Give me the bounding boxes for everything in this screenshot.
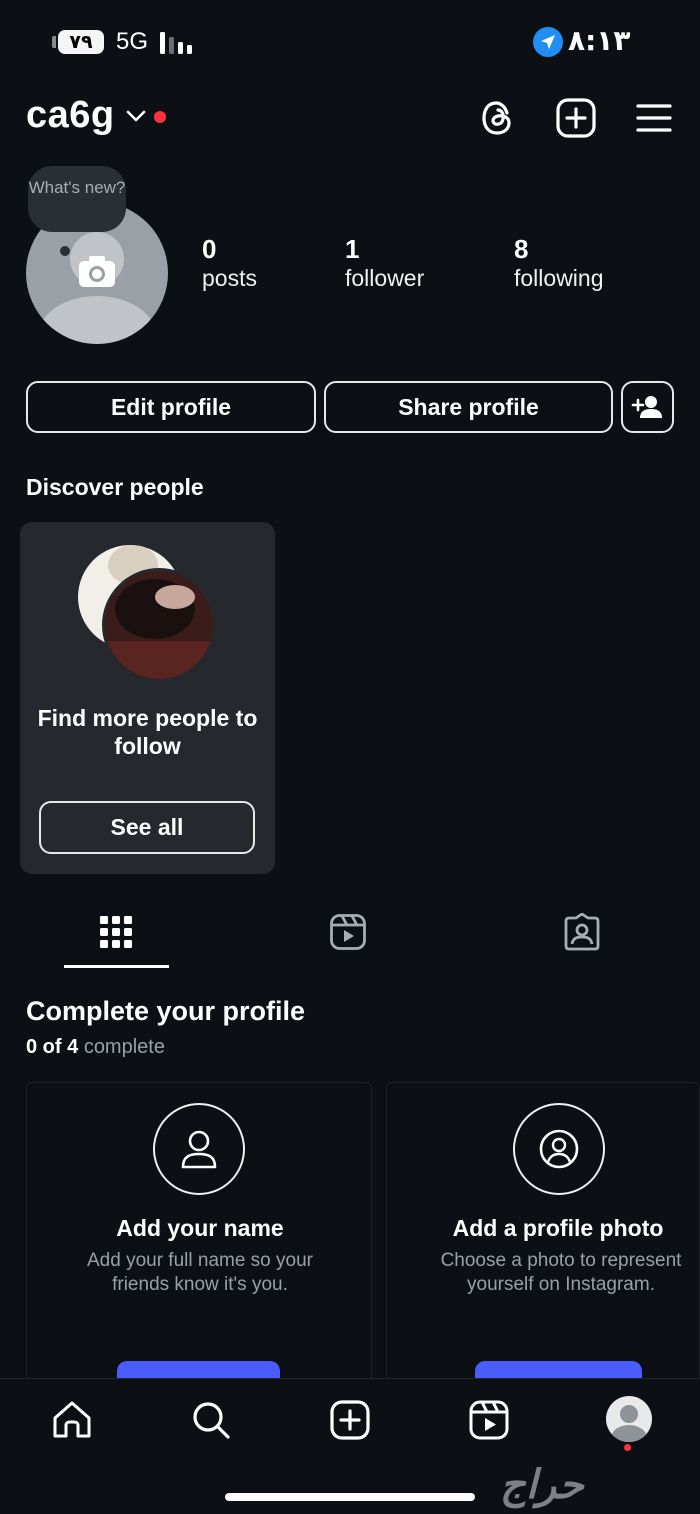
battery-cap [52,36,56,48]
stat-following-value: 8 [514,234,529,264]
add-user-icon [631,396,662,418]
menu-icon[interactable] [632,96,676,140]
add-photo-title: Add a profile photo [452,1215,664,1241]
nav-profile-avatar[interactable] [606,1396,652,1442]
stat-posts-value: 0 [202,234,217,264]
watermark: حراج [500,1462,584,1508]
stat-followers-value: 1 [345,234,360,264]
stat-followers[interactable]: 1 follower [345,234,424,292]
see-all-button[interactable]: See all [39,801,255,854]
username[interactable]: ca6g [26,94,115,137]
tab-reels[interactable] [329,913,367,951]
nav-search[interactable] [189,1398,233,1442]
add-photo-card[interactable]: Add a profile photo Choose a photo to re… [386,1082,700,1412]
reels-icon [330,914,366,950]
status-bar: ٧٩ 5G ٨:١٣ [0,0,700,90]
stat-posts-label: posts [202,265,257,291]
battery-indicator: ٧٩ [58,30,104,54]
clock: ٨:١٣ [568,24,631,57]
nav-home[interactable] [50,1398,94,1442]
home-icon [53,1401,91,1438]
stat-following[interactable]: 8 following [514,234,604,292]
stat-following-label: following [514,265,604,291]
signal-icon [160,32,192,54]
create-icon[interactable] [554,96,598,140]
nav-reels[interactable] [467,1398,511,1442]
add-name-title: Add your name [116,1215,284,1241]
person-icon [181,1130,217,1169]
profile-photo-icon [539,1129,579,1169]
search-icon [193,1402,230,1439]
note-bubble-tail [60,246,70,256]
threads-icon[interactable] [476,96,520,140]
stat-posts[interactable]: 0 posts [202,234,257,292]
progress-count: 0 of 4 [26,1036,79,1058]
grid-icon [100,916,132,948]
complete-profile-progress: 0 of 4 complete [26,1036,165,1059]
tab-tagged[interactable] [563,913,601,951]
edit-profile-button[interactable]: Edit profile [26,381,316,433]
discover-people-title: Discover people [26,474,204,500]
add-photo-description: Choose a photo to represent yourself on … [440,1250,682,1295]
nav-notification-dot [624,1444,631,1451]
add-user-button[interactable] [621,381,674,433]
active-tab-indicator [64,965,169,968]
suggested-user-photo [102,568,216,682]
create-icon [330,1400,370,1440]
stat-followers-label: follower [345,265,425,291]
camera-icon [79,256,115,287]
note-bubble[interactable]: What's new? [28,166,126,232]
home-indicator[interactable] [225,1493,475,1501]
reels-icon [469,1400,509,1440]
person-icon-circle [153,1103,245,1195]
tagged-icon [564,913,600,951]
progress-suffix: complete [83,1036,165,1058]
chevron-down-icon[interactable] [126,109,146,123]
network-type: 5G [116,28,149,55]
nav-create[interactable] [328,1398,372,1442]
avatar-body [38,296,156,344]
location-icon [533,27,563,57]
add-name-description: Add your full name so your friends know … [86,1250,313,1295]
share-profile-button[interactable]: Share profile [324,381,613,433]
complete-profile-title: Complete your profile [26,996,306,1026]
tab-grid[interactable] [98,914,134,950]
profile-photo-icon-circle [513,1103,605,1195]
notification-dot [154,111,166,123]
add-name-card[interactable]: Add your name Add your full name so your… [26,1082,372,1412]
discover-card-text: Find more people to follow [37,705,258,759]
